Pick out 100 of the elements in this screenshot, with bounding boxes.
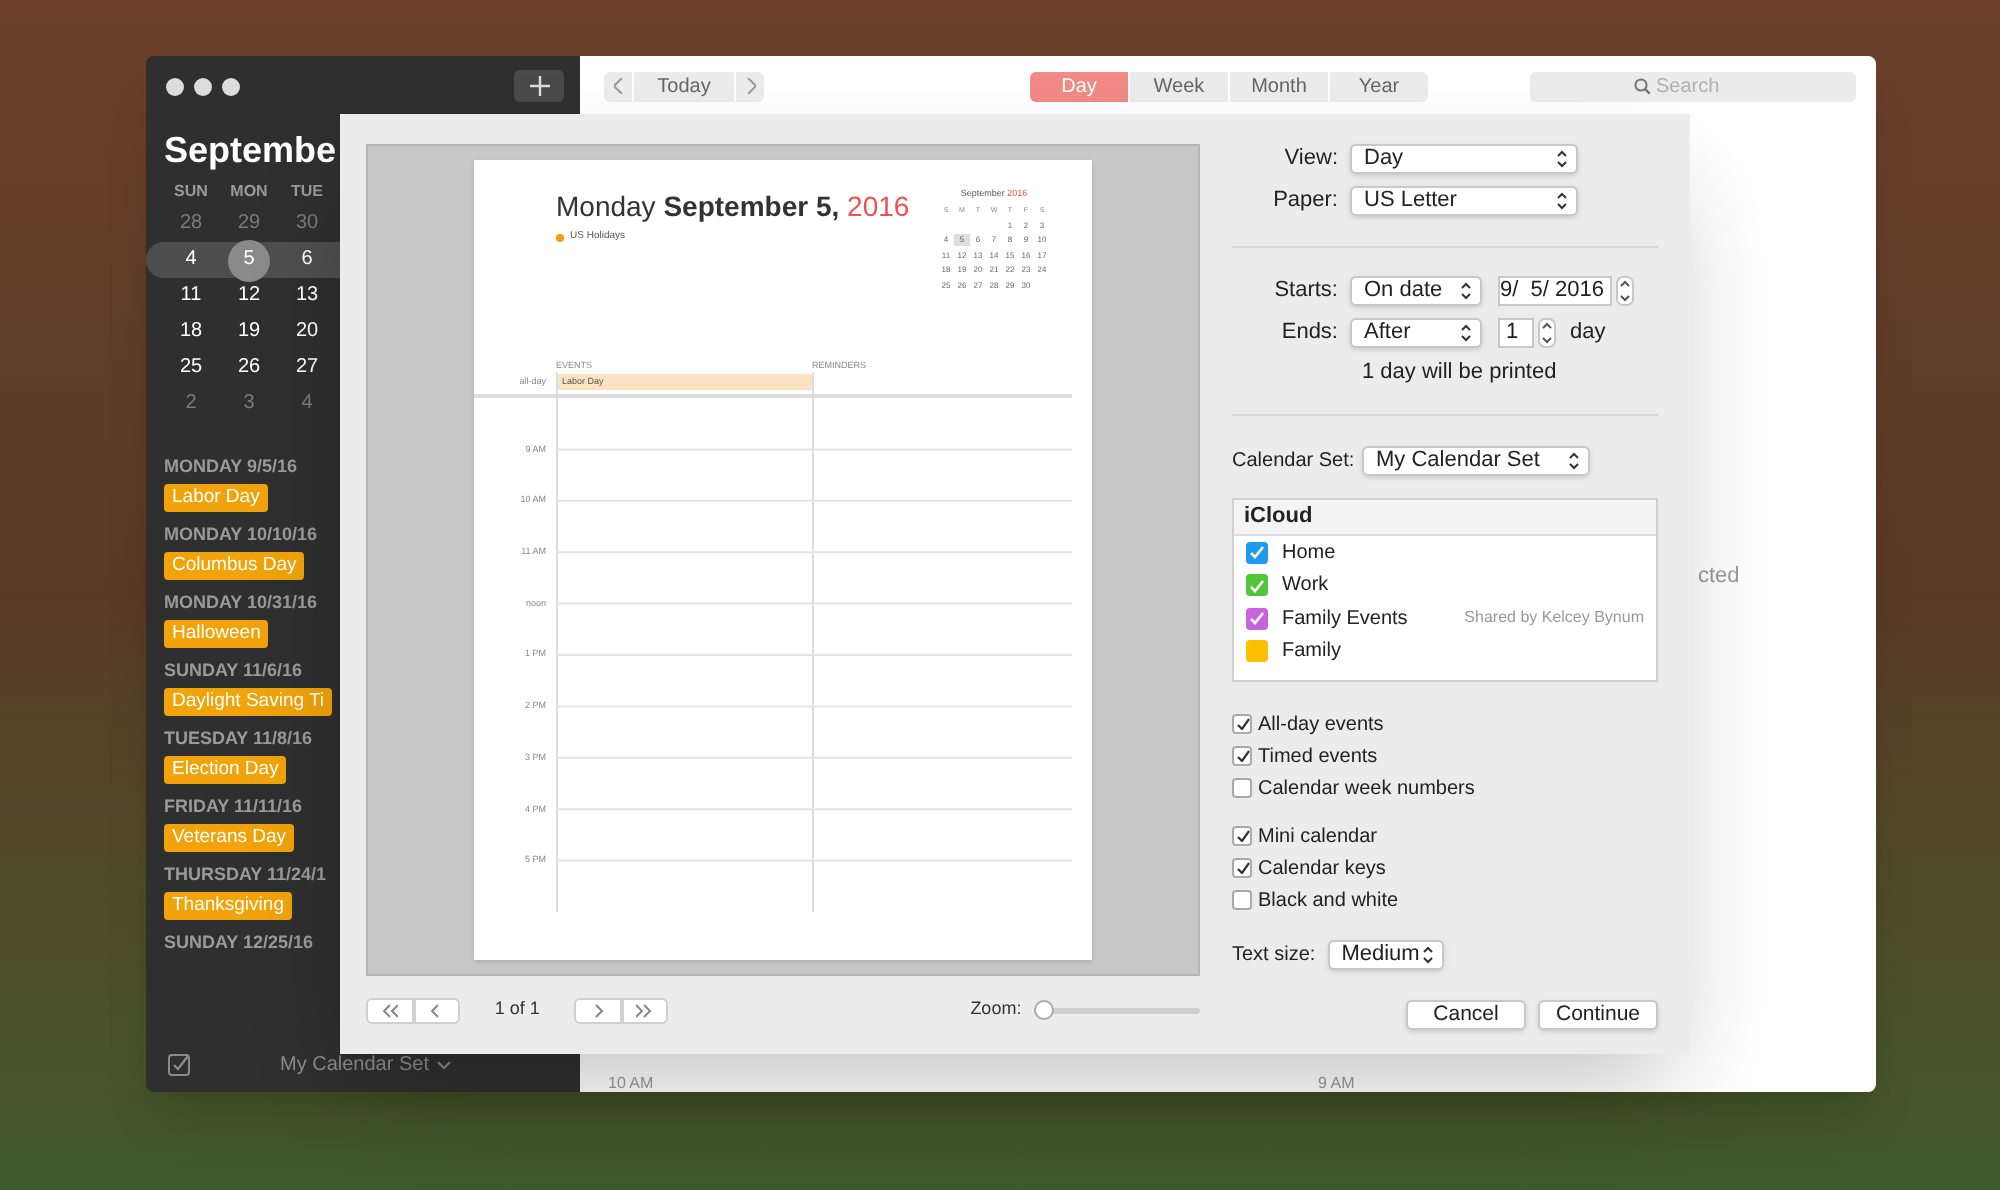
updown-icon [1458,322,1474,344]
agenda-date: TUESDAY 11/8/16 [164,726,313,750]
calendar-checkbox[interactable] [1246,607,1268,630]
hour-label: 10 AM [608,1074,656,1092]
shared-note: Shared by Kelcey Bynum [1464,606,1644,631]
detail-text: cted [1698,562,1740,592]
option-label[interactable]: Calendar week numbers [1258,773,1475,803]
view-tab[interactable]: Week [1130,71,1228,101]
checkbox[interactable] [1232,746,1252,766]
calendar-day[interactable]: 18 [179,322,203,342]
calendar-day[interactable]: 11 [180,286,202,306]
checkmark-icon [1235,830,1249,842]
checkbox[interactable] [1232,778,1252,798]
checkmark-icon [1235,862,1249,874]
field-label: View: [1282,144,1340,175]
page-indicator: 1 of 1 [492,996,542,1023]
ends-select[interactable]: After [1350,318,1482,348]
field-label: Text size: [1232,942,1316,970]
checkmark-icon [1235,718,1249,730]
calendar-day[interactable]: 20 [295,322,319,342]
month-title: Septembe [162,128,339,172]
calendar-name[interactable]: Family Events [1282,603,1465,634]
agenda-date: SUNDAY 12/25/16 [164,930,314,954]
view-tab[interactable]: Month [1230,71,1328,101]
view-tab[interactable]: Year [1330,71,1428,101]
date-field[interactable]: 9/ 5/ 2016 [1498,276,1612,306]
slider-thumb[interactable] [1033,999,1054,1019]
calendar-checkbox[interactable] [1246,574,1268,597]
agenda-date: MONDAY 9/5/16 [164,454,298,478]
field-label: Ends: [1279,318,1340,349]
search-field[interactable]: Search [1530,71,1856,101]
option-label[interactable]: All-day events [1258,709,1384,739]
agenda-date: MONDAY 10/10/16 [164,522,318,546]
calendar-name[interactable]: Home [1282,537,1644,568]
checkbox[interactable] [1232,714,1252,734]
dialog-button[interactable]: Cancel [1406,1000,1526,1030]
option-label[interactable]: Calendar keys [1258,853,1386,883]
search-input[interactable]: Search [1656,71,1836,101]
calendar-day[interactable]: 6 [301,250,313,270]
add-button[interactable] [514,70,564,102]
unit-label: day [1570,318,1606,349]
calendar-day[interactable]: 26 [237,358,261,378]
calendar-set-select[interactable]: My Calendar Set [1362,446,1590,476]
calendar-checkbox[interactable] [1246,541,1268,564]
search-icon [1634,78,1650,94]
option-label[interactable]: Timed events [1258,741,1378,771]
stepper-icon[interactable] [1616,276,1634,306]
weekday-label: SUN [172,180,210,204]
checkmark-icon [1235,750,1249,762]
page-title: Monday September 5, 2016 [556,188,912,224]
calendar-day[interactable]: 25 [179,358,203,378]
view-select[interactable]: Day [1350,144,1578,174]
updown-icon [1458,280,1474,302]
updown-icon [1554,190,1570,212]
hour-label: 9 AM [1318,1074,1355,1092]
checkbox[interactable] [1232,826,1252,846]
list-header: iCloud [1234,500,1656,536]
text-size-select[interactable]: Medium [1327,940,1444,970]
chevron-right-icon [745,78,755,94]
last-page-icon [636,1003,653,1017]
count-field[interactable]: 1 [1498,318,1534,348]
calendar-day[interactable]: 12 [237,286,261,306]
zoom-label: Zoom: [970,996,1022,1023]
field-label: Calendar Set: [1232,448,1357,476]
plus-icon [529,76,549,96]
last-page-button[interactable] [621,997,669,1023]
agenda-date: FRIDAY 11/11/16 [164,794,303,818]
chevron-down-icon [436,1059,453,1069]
calendar-day[interactable]: 19 [237,322,261,342]
checkbox[interactable] [1232,858,1252,878]
stepper-icon[interactable] [1538,318,1556,348]
calendar-name[interactable]: Family [1282,636,1644,667]
updown-icon [1419,944,1436,966]
paper-select[interactable]: US Letter [1350,186,1578,216]
first-page-button[interactable] [366,997,414,1023]
previous-page-icon [428,1003,445,1017]
weekday-label: TUE [289,180,325,204]
option-label[interactable]: Mini calendar [1258,821,1377,851]
previous-page-button[interactable] [413,997,461,1023]
option-label[interactable]: Black and white [1258,885,1399,915]
previous-button[interactable] [604,71,632,101]
calendar-day[interactable]: 27 [295,358,319,378]
field-label: Paper: [1271,186,1340,217]
calendar-name[interactable]: Work [1282,570,1644,601]
calendar-day[interactable]: 13 [295,286,319,306]
next-page-button[interactable] [574,997,622,1023]
calendar-set-menu[interactable]: My Calendar Set [280,1049,453,1079]
calendar-day[interactable]: 4 [185,250,197,270]
today-button[interactable]: Today [634,71,734,101]
agenda-date: SUNDAY 11/6/16 [164,658,303,682]
dialog-button[interactable]: Continue [1538,1000,1658,1030]
calendar-checkbox[interactable] [1246,640,1268,663]
first-page-icon [381,1003,398,1017]
checkbox-icon[interactable] [168,1053,190,1075]
starts-select[interactable]: On date [1350,276,1482,306]
agenda-date: THURSDAY 11/24/1 [164,862,327,886]
updown-icon [1566,450,1582,472]
next-button[interactable] [736,71,764,101]
checkbox[interactable] [1232,890,1252,910]
next-page-icon [589,1003,606,1017]
